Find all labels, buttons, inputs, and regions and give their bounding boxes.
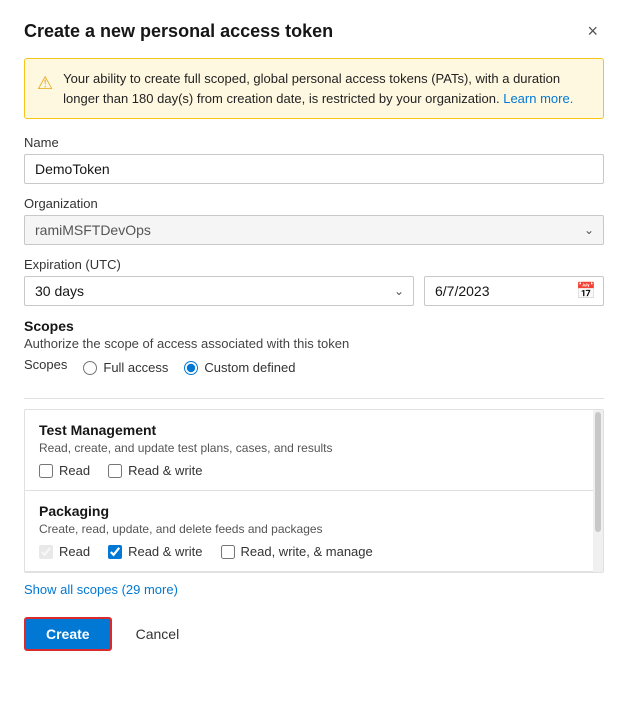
tm-read-checkbox[interactable]: [39, 464, 53, 478]
expiration-days-wrapper: 30 days 60 days 90 days 180 days 1 year …: [24, 276, 414, 306]
name-label: Name: [24, 135, 604, 150]
custom-defined-label: Custom defined: [204, 360, 295, 375]
packaging-title: Packaging: [39, 503, 589, 519]
test-management-title: Test Management: [39, 422, 589, 438]
organization-select-wrapper: ramiMSFTDevOps ⌄: [24, 215, 604, 245]
scope-cards-container: Test Management Read, create, and update…: [24, 409, 604, 573]
tm-read-text: Read: [59, 463, 90, 478]
pkg-read-checkbox[interactable]: [39, 545, 53, 559]
scopes-title: Scopes: [24, 318, 604, 334]
warning-banner: ⚠ Your ability to create full scoped, gl…: [24, 58, 604, 119]
dialog: Create a new personal access token × ⚠ Y…: [0, 0, 628, 708]
footer-actions: Create Cancel: [24, 617, 604, 651]
tm-readwrite-label[interactable]: Read & write: [108, 463, 202, 478]
expiration-date-input[interactable]: [424, 276, 604, 306]
scopes-radio-row: Scopes Full access Custom defined: [24, 357, 604, 378]
show-scopes-count: (29 more): [122, 582, 178, 597]
name-section: Name: [24, 135, 604, 184]
scopes-section: Scopes Authorize the scope of access ass…: [24, 318, 604, 380]
create-button[interactable]: Create: [24, 617, 112, 651]
pkg-readwrite-text: Read & write: [128, 544, 202, 559]
full-access-radio-label[interactable]: Full access: [83, 360, 168, 375]
pkg-manage-label[interactable]: Read, write, & manage: [221, 544, 373, 559]
tm-readwrite-text: Read & write: [128, 463, 202, 478]
pkg-readwrite-label[interactable]: Read & write: [108, 544, 202, 559]
full-access-label: Full access: [103, 360, 168, 375]
test-management-desc: Read, create, and update test plans, cas…: [39, 441, 589, 455]
packaging-card: Packaging Create, read, update, and dele…: [25, 491, 603, 572]
full-access-radio[interactable]: [83, 361, 97, 375]
packaging-checkboxes: Read Read & write Read, write, & manage: [39, 544, 589, 559]
show-scopes-label: Show all scopes: [24, 582, 118, 597]
expiration-label: Expiration (UTC): [24, 257, 604, 272]
dialog-title: Create a new personal access token: [24, 21, 333, 42]
custom-defined-radio[interactable]: [184, 361, 198, 375]
pkg-manage-text: Read, write, & manage: [241, 544, 373, 559]
packaging-desc: Create, read, update, and delete feeds a…: [39, 522, 589, 536]
tm-readwrite-checkbox[interactable]: [108, 464, 122, 478]
tm-read-label[interactable]: Read: [39, 463, 90, 478]
close-button[interactable]: ×: [581, 20, 604, 42]
scrollbar[interactable]: [593, 410, 603, 572]
scopes-row-label: Scopes: [24, 357, 67, 372]
pkg-manage-checkbox[interactable]: [221, 545, 235, 559]
organization-section: Organization ramiMSFTDevOps ⌄: [24, 196, 604, 245]
warning-text: Your ability to create full scoped, glob…: [63, 69, 591, 108]
name-input[interactable]: [24, 154, 604, 184]
show-scopes-row: Show all scopes (29 more): [24, 581, 604, 597]
pkg-read-text: Read: [59, 544, 90, 559]
organization-label: Organization: [24, 196, 604, 211]
dialog-header: Create a new personal access token ×: [24, 20, 604, 42]
pkg-read-label[interactable]: Read: [39, 544, 90, 559]
expiration-section: Expiration (UTC) 30 days 60 days 90 days…: [24, 257, 604, 318]
warning-icon: ⚠: [37, 70, 53, 108]
pkg-readwrite-checkbox[interactable]: [108, 545, 122, 559]
test-management-checkboxes: Read Read & write: [39, 463, 589, 478]
show-all-scopes-button[interactable]: Show all scopes (29 more): [24, 582, 178, 597]
date-input-wrapper: 📅: [424, 276, 604, 306]
test-management-card: Test Management Read, create, and update…: [25, 410, 603, 491]
cancel-button[interactable]: Cancel: [120, 619, 196, 649]
expiration-days-select[interactable]: 30 days 60 days 90 days 180 days 1 year …: [24, 276, 414, 306]
scopes-description: Authorize the scope of access associated…: [24, 336, 604, 351]
learn-more-link[interactable]: Learn more.: [503, 91, 573, 106]
scrollbar-thumb: [595, 412, 601, 532]
organization-select[interactable]: ramiMSFTDevOps: [24, 215, 604, 245]
divider: [24, 398, 604, 399]
custom-defined-radio-label[interactable]: Custom defined: [184, 360, 295, 375]
expiration-row: 30 days 60 days 90 days 180 days 1 year …: [24, 276, 604, 306]
